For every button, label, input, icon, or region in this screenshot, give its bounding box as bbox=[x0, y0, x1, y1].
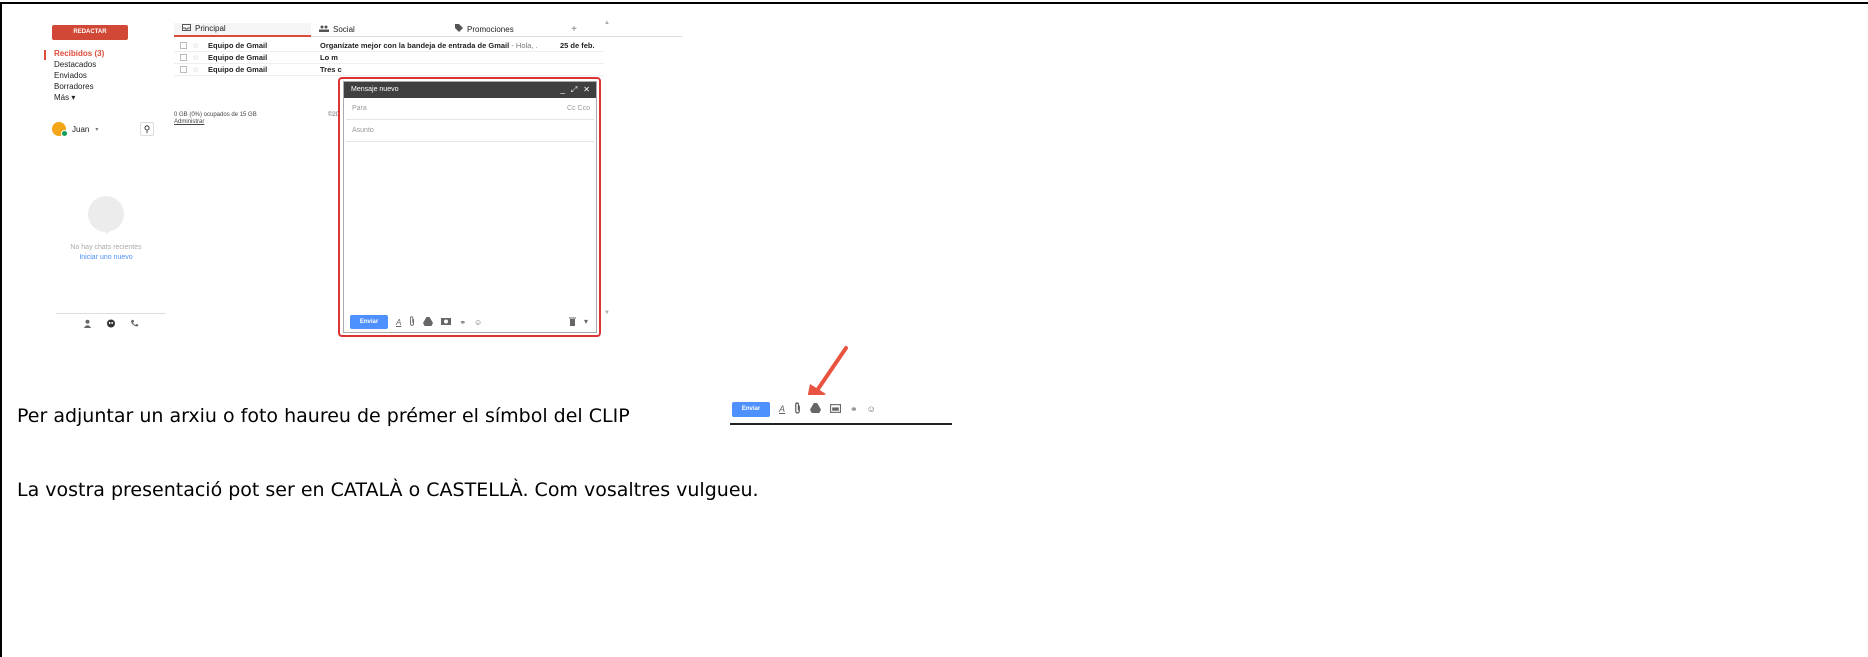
subject-field[interactable]: Asunto bbox=[346, 120, 594, 142]
photo-icon[interactable] bbox=[441, 317, 452, 327]
expand-icon[interactable]: ⤢ bbox=[571, 82, 577, 98]
hangouts-icon[interactable] bbox=[106, 319, 116, 331]
no-chats-text: No hay chats recientes bbox=[70, 244, 142, 251]
link-icon[interactable]: ⚭ bbox=[850, 404, 858, 415]
tag-icon bbox=[455, 23, 463, 37]
photo-icon[interactable] bbox=[830, 403, 842, 415]
chevron-down-icon[interactable]: ▾ bbox=[95, 126, 98, 133]
row-checkbox[interactable] bbox=[180, 42, 187, 49]
storage-usage: 0 GB (0%) ocupados de 15 GB bbox=[174, 112, 257, 118]
hangouts-user[interactable]: Juan ▾ ⚲ bbox=[52, 119, 162, 139]
tab-label: Principal bbox=[195, 24, 226, 33]
subject: Organízate mejor con la bandeja de entra… bbox=[320, 40, 538, 50]
chat-footer bbox=[56, 313, 166, 335]
language-note: La vostra presentació pot ser en CATALÀ … bbox=[17, 479, 759, 501]
send-button[interactable]: Enviar bbox=[732, 401, 770, 417]
tab-label: Promociones bbox=[467, 25, 514, 34]
tab-principal[interactable]: Principal bbox=[174, 23, 311, 37]
compose-header: Mensaje nuevo _ ⤢ ✕ bbox=[344, 82, 596, 98]
message-list: ☆ Equipo de Gmail Organízate mejor con l… bbox=[174, 40, 604, 76]
chat-bubble-icon bbox=[88, 196, 124, 234]
paperclip-icon[interactable] bbox=[409, 316, 415, 328]
toolbar-snippet: Enviar A ⚭ ☺ bbox=[730, 395, 952, 425]
row-checkbox[interactable] bbox=[180, 66, 187, 73]
folder-inbox[interactable]: Recibidos (3) bbox=[52, 48, 142, 59]
search-icon[interactable]: ⚲ bbox=[140, 122, 154, 136]
folder-list: Recibidos (3) Destacados Enviados Borrad… bbox=[44, 48, 142, 103]
tab-social[interactable]: Social bbox=[311, 23, 447, 37]
person-icon[interactable] bbox=[83, 319, 92, 330]
formatting-icon[interactable]: A bbox=[779, 404, 785, 414]
tab-promociones[interactable]: Promociones bbox=[447, 23, 553, 37]
compose-button[interactable]: REDACTAR bbox=[52, 25, 128, 40]
send-button[interactable]: Enviar bbox=[350, 315, 388, 329]
inbox-icon bbox=[182, 22, 191, 36]
table-row[interactable]: ☆ Equipo de Gmail Organízate mejor con l… bbox=[174, 40, 604, 52]
instruction-text: Per adjuntar un arxiu o foto haureu de p… bbox=[17, 405, 630, 427]
sender: Equipo de Gmail bbox=[208, 40, 268, 50]
subject-placeholder: Asunto bbox=[352, 127, 374, 134]
emoji-icon[interactable]: ☺ bbox=[474, 318, 482, 327]
sender: Equipo de Gmail bbox=[208, 52, 268, 62]
manage-storage-link[interactable]: Administrar bbox=[174, 119, 204, 125]
star-icon[interactable]: ☆ bbox=[192, 64, 204, 76]
phone-icon[interactable] bbox=[130, 319, 139, 330]
scroll-up-icon[interactable]: ▲ bbox=[604, 20, 610, 26]
folder-starred[interactable]: Destacados bbox=[52, 59, 142, 70]
user-name: Juan bbox=[72, 124, 90, 134]
compose-window: Mensaje nuevo _ ⤢ ✕ Para Cc Cco Asunto E… bbox=[343, 81, 597, 333]
more-options-icon[interactable]: ▾ bbox=[584, 317, 588, 328]
folder-more[interactable]: Más ▾ bbox=[52, 92, 142, 103]
compose-toolbar: Enviar A ⚭ ☺ ▾ bbox=[344, 312, 596, 332]
table-row[interactable]: ☆ Equipo de Gmail Lo m bbox=[174, 52, 604, 64]
drive-icon[interactable] bbox=[810, 403, 822, 415]
table-row[interactable]: ☆ Equipo de Gmail Tres c bbox=[174, 64, 604, 76]
message-body[interactable] bbox=[344, 142, 596, 308]
new-chat-link[interactable]: Iniciar uno nuevo bbox=[36, 254, 176, 261]
date: 25 de feb. bbox=[560, 40, 595, 50]
emoji-icon[interactable]: ☺ bbox=[867, 404, 876, 414]
add-tab-button[interactable]: + bbox=[553, 23, 583, 37]
link-icon[interactable]: ⚭ bbox=[459, 318, 466, 327]
people-icon bbox=[319, 23, 329, 37]
subject: Tres c bbox=[320, 64, 342, 74]
minimize-icon[interactable]: _ bbox=[560, 82, 564, 98]
subject: Lo m bbox=[320, 52, 338, 62]
scroll-down-icon[interactable]: ▼ bbox=[604, 310, 610, 316]
folder-sent[interactable]: Enviados bbox=[52, 70, 142, 81]
folder-drafts[interactable]: Borradores bbox=[52, 81, 142, 92]
gmail-screenshot: REDACTAR Recibidos (3) Destacados Enviad… bbox=[36, 18, 686, 386]
star-icon[interactable]: ☆ bbox=[192, 40, 204, 52]
scrollbar[interactable]: ▲ ▼ bbox=[604, 20, 610, 316]
close-icon[interactable]: ✕ bbox=[583, 82, 590, 98]
drive-icon[interactable] bbox=[423, 316, 434, 328]
sender: Equipo de Gmail bbox=[208, 64, 268, 74]
star-icon[interactable]: ☆ bbox=[192, 52, 204, 64]
compose-title: Mensaje nuevo bbox=[351, 86, 399, 93]
to-field[interactable]: Para Cc Cco bbox=[346, 98, 594, 120]
avatar bbox=[52, 122, 68, 137]
paperclip-icon[interactable] bbox=[794, 402, 801, 416]
formatting-icon[interactable]: A bbox=[396, 318, 401, 327]
cc-bcc-links[interactable]: Cc Cco bbox=[567, 98, 594, 119]
row-checkbox[interactable] bbox=[180, 54, 187, 61]
trash-icon[interactable] bbox=[568, 317, 576, 328]
to-placeholder: Para bbox=[352, 105, 367, 112]
active-folder-indicator bbox=[44, 50, 46, 60]
tab-label: Social bbox=[333, 25, 355, 34]
